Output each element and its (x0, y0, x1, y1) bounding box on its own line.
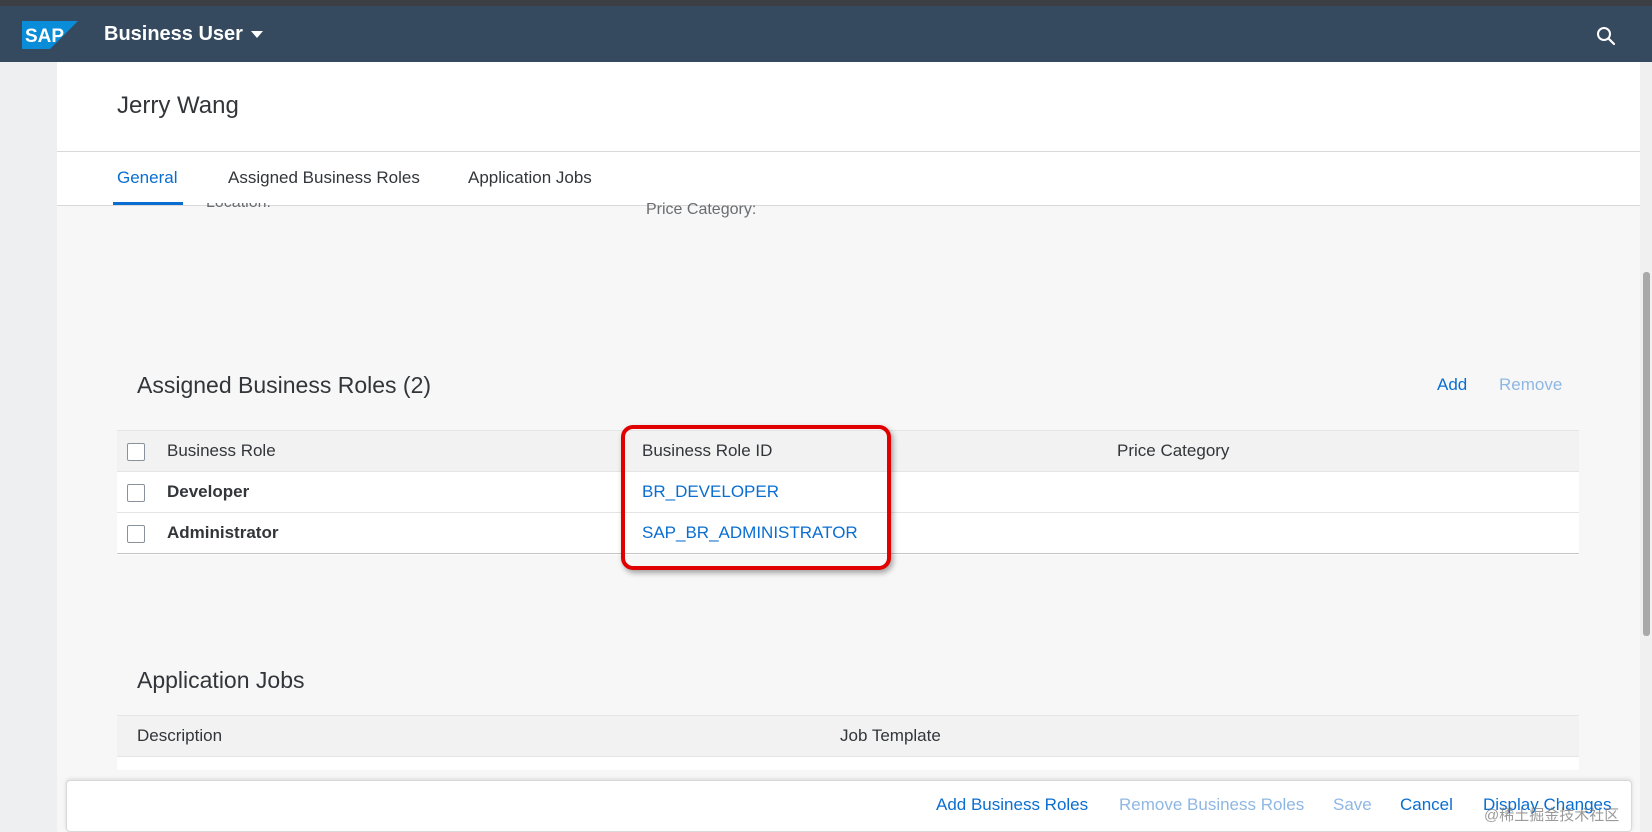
jobs-table: Description Job Template (117, 715, 1579, 770)
caret-down-icon (250, 30, 263, 38)
remove-role-button[interactable]: Remove (1499, 375, 1562, 395)
add-role-button[interactable]: Add (1437, 375, 1467, 395)
tab-general[interactable]: General (117, 168, 177, 188)
add-business-roles-button[interactable]: Add Business Roles (936, 795, 1088, 815)
table-row[interactable]: Developer BR_DEVELOPER (117, 472, 1579, 513)
search-icon (1597, 27, 1616, 46)
table-row[interactable]: Administrator SAP_BR_ADMINISTRATOR (117, 513, 1579, 554)
roles-section-title: Assigned Business Roles (2) (137, 372, 432, 398)
cancel-button[interactable]: Cancel (1400, 795, 1453, 815)
column-description[interactable]: Description (137, 716, 222, 756)
business-role-id-link[interactable]: SAP_BR_ADMINISTRATOR (642, 513, 858, 553)
roles-table-header: Business Role Business Role ID Price Cat… (117, 430, 1579, 472)
object-page: Jerry Wang General Assigned Business Rol… (57, 62, 1640, 832)
shell-bar: SAP Business User (0, 6, 1652, 62)
app-title: Business User (104, 22, 243, 45)
column-business-role[interactable]: Business Role (167, 431, 276, 471)
svg-text:SAP: SAP (25, 26, 64, 47)
app-title-menu[interactable]: Business User (104, 20, 263, 48)
page-title: Jerry Wang (117, 92, 239, 119)
tab-active-indicator (113, 202, 183, 205)
column-price-category[interactable]: Price Category (1117, 431, 1229, 471)
select-all-checkbox[interactable] (127, 443, 145, 461)
business-role-id-link[interactable]: BR_DEVELOPER (642, 472, 779, 512)
save-button[interactable]: Save (1333, 795, 1372, 815)
row-checkbox[interactable] (127, 525, 145, 543)
remove-business-roles-button[interactable]: Remove Business Roles (1119, 795, 1304, 815)
scrollbar-thumb[interactable] (1643, 272, 1650, 636)
sap-logo-mark: SAP (22, 21, 78, 49)
left-gutter (0, 62, 57, 832)
jobs-section-title: Application Jobs (137, 667, 305, 693)
tab-application-jobs[interactable]: Application Jobs (468, 168, 592, 188)
business-role-name: Administrator (167, 523, 279, 542)
business-role-name: Developer (167, 482, 250, 501)
column-job-template[interactable]: Job Template (840, 716, 941, 756)
search-button[interactable] (1592, 22, 1620, 50)
object-page-header: Jerry Wang (57, 62, 1640, 152)
roles-table: Business Role Business Role ID Price Cat… (117, 430, 1579, 555)
watermark: @稀土掘金技术社区 (1484, 807, 1620, 824)
column-business-role-id[interactable]: Business Role ID (642, 431, 772, 471)
anchor-tab-bar: General Assigned Business Roles Applicat… (57, 152, 1640, 206)
sap-logo[interactable]: SAP (22, 21, 78, 49)
jobs-table-header: Description Job Template (117, 715, 1579, 757)
price-category-label: Price Category: (646, 201, 757, 218)
tab-assigned-business-roles[interactable]: Assigned Business Roles (228, 168, 420, 188)
footer-toolbar: Add Business Roles Remove Business Roles… (66, 780, 1632, 832)
row-checkbox[interactable] (127, 484, 145, 502)
